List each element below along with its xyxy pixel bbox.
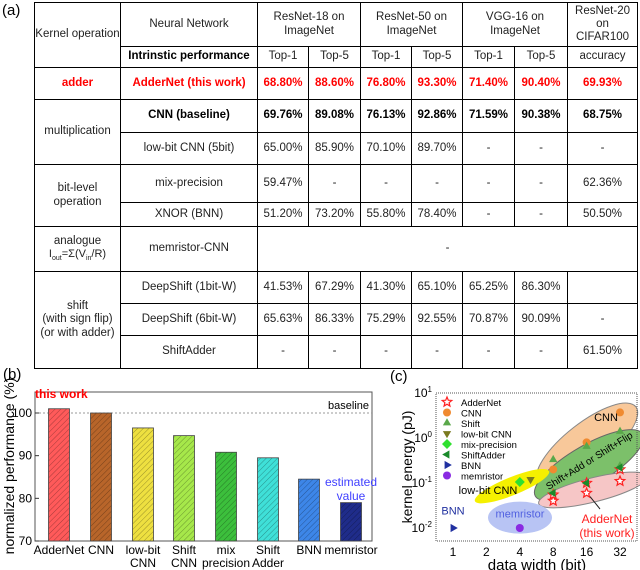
x-tick-label: AdderNet — [34, 543, 85, 557]
x-tick-label: 1 — [450, 545, 457, 559]
bar-low-bit-cnn — [132, 427, 154, 542]
bar-shift-adder — [257, 457, 279, 542]
y-tick-label: 70 — [19, 534, 33, 548]
x-tick-label: Adder — [252, 556, 284, 570]
bar-addernet — [48, 408, 70, 542]
legend-label: mix-precision — [461, 440, 517, 451]
legend-label: memristor — [461, 472, 503, 483]
bar-shift-cnn — [173, 435, 195, 542]
point-bnn — [450, 523, 458, 533]
x-tick-label: Shift — [172, 543, 197, 557]
legend-marker — [440, 395, 454, 408]
y-tick-label: 80 — [19, 491, 33, 505]
y-tick-label: 100 — [414, 430, 432, 445]
legend-marker — [442, 418, 452, 426]
x-tick-label: precision — [202, 556, 250, 570]
y-axis-label: kernel energy (pJ) — [399, 411, 415, 524]
legend-label: BNN — [461, 461, 481, 472]
legend-label: low-bit CNN — [461, 430, 512, 441]
y-tick-label: 90 — [19, 449, 33, 463]
addernet-note-label: (this work) — [579, 526, 634, 540]
x-tick-label: mix — [217, 543, 236, 557]
y-axis-label: normalized performance (%) — [1, 378, 17, 555]
cnn-region-label: CNN — [594, 412, 618, 424]
bar-mix-precision — [215, 451, 237, 542]
baseline-label: baseline — [328, 400, 369, 412]
x-tick-label: low-bit — [126, 543, 161, 557]
addernet-label: AdderNet — [582, 512, 633, 526]
x-tick-label: Shift — [256, 543, 281, 557]
legend-marker — [442, 431, 452, 439]
charts-canvas: baseline708090100AdderNet CNN low-bitCNNSh… — [1, 378, 640, 570]
x-tick-label: CNN — [130, 556, 156, 570]
lowbit-region-label: low-bit CNN — [459, 485, 518, 497]
x-tick-label: 32 — [613, 545, 627, 559]
y-tick-label: 101 — [414, 385, 432, 400]
legend-marker — [443, 408, 451, 417]
estimated-annotation: value — [337, 489, 366, 503]
bar-bnn — [298, 478, 320, 542]
bnn-label: BNN — [441, 505, 464, 517]
legend-label: CNN — [461, 409, 482, 420]
x-tick-label: BNN — [296, 543, 321, 557]
x-tick-label: CNN — [88, 543, 114, 557]
x-axis-label: data width (bit) — [488, 557, 586, 570]
bar-cnn — [90, 412, 112, 542]
estimated-annotation: estimated — [325, 475, 377, 489]
bar-memristor — [340, 502, 362, 542]
legend-marker — [444, 460, 452, 470]
memristor-region-label: memristor — [496, 509, 545, 521]
bar-plot-frame — [34, 391, 373, 542]
legend-marker — [442, 450, 450, 459]
x-tick-label: CNN — [171, 556, 197, 570]
point-cnn — [549, 465, 558, 474]
this-work-annotation: this work — [35, 387, 88, 401]
legend-label: ShiftAdder — [461, 451, 505, 462]
legend-label: AdderNet — [461, 398, 501, 409]
legend-marker — [442, 439, 452, 449]
legend-label: Shift — [461, 419, 480, 430]
legend-marker — [443, 471, 451, 480]
x-tick-label: memristor — [324, 543, 377, 557]
point-memristor — [515, 524, 524, 532]
